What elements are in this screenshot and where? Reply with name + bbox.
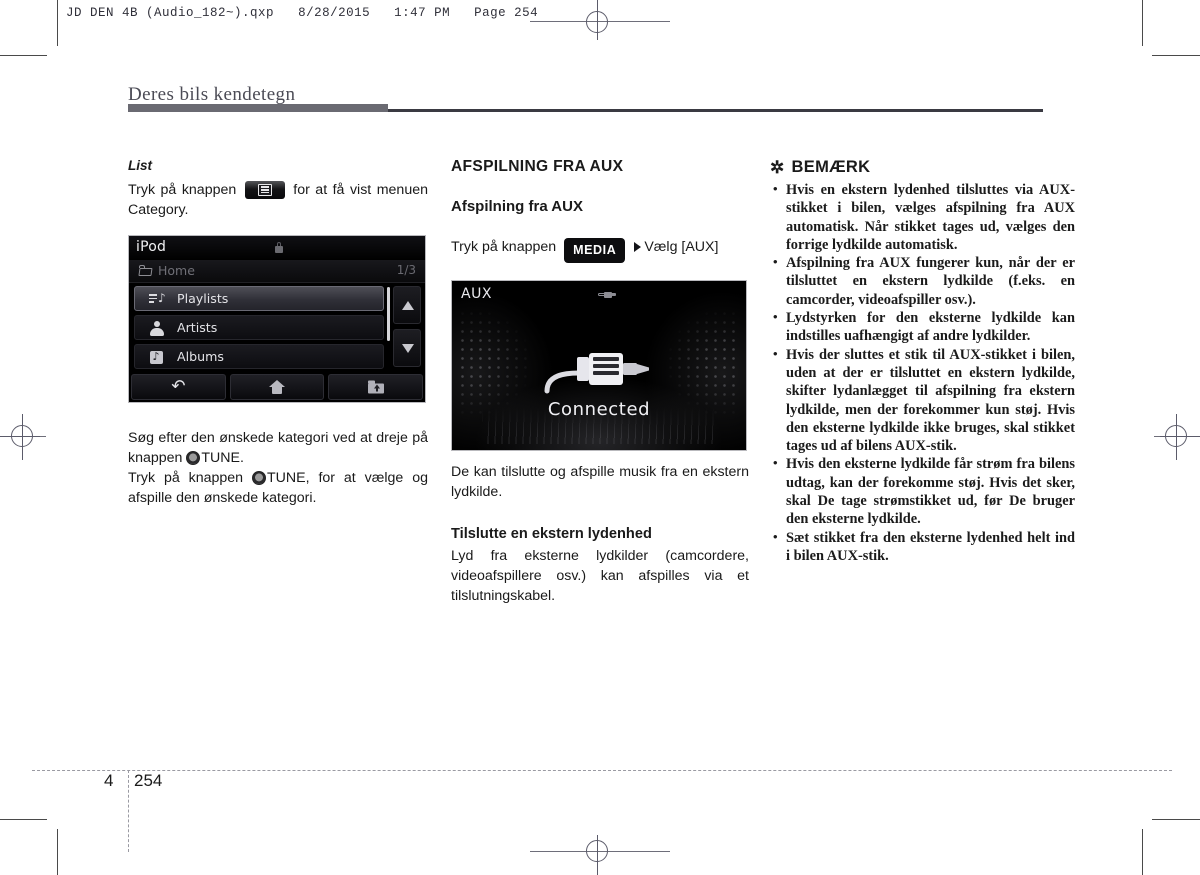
back-icon[interactable]: ↶ xyxy=(131,374,226,400)
crop-mark-bottom-right-horizontal xyxy=(1152,819,1200,820)
middle-paragraph-after-image: De kan tilslutte og afspille musik fra e… xyxy=(451,464,749,500)
tune-knob-icon[interactable] xyxy=(251,471,266,485)
crop-mark-top-left-vertical xyxy=(57,0,58,46)
crop-mark-bottom-left-vertical xyxy=(57,829,58,875)
left-column-lower: Søg efter den ønskede kategori ved at dr… xyxy=(128,428,428,508)
aux-plug-icon xyxy=(539,341,659,395)
footer-chapter-number: 4 xyxy=(104,771,114,790)
aux-status-text: Connected xyxy=(547,399,651,420)
ipod-screen-image: iPod Home 1/3 ♪ Playlists Artists ♪ Albu… xyxy=(128,235,426,403)
ipod-list-item-artists[interactable]: Artists xyxy=(134,315,384,340)
aux-plug-small-icon xyxy=(598,291,616,298)
footer-page-number: 254 xyxy=(134,771,163,790)
aux-screen-image: AUX Connected xyxy=(451,280,747,451)
ipod-title-bar: iPod xyxy=(129,236,425,260)
title-rule-thin xyxy=(388,109,1043,112)
ipod-scroll-arrows xyxy=(393,286,421,372)
middle-step-paragraph: Tryk på knappen MEDIA Vælg [AUX] xyxy=(451,237,749,263)
registration-mark-left xyxy=(0,414,46,460)
left-tune-text-2a: Tryk på knappen xyxy=(128,470,244,486)
ipod-scrollbar[interactable] xyxy=(387,287,390,341)
note-panel: ✲ BEMÆRK Hvis en ekstern lydenhed tilslu… xyxy=(770,158,1075,565)
crop-mark-bottom-left-horizontal xyxy=(0,819,47,820)
crop-mark-top-right-horizontal xyxy=(1152,55,1200,56)
lock-icon xyxy=(275,242,283,253)
left-subheading: List xyxy=(128,158,153,173)
note-bullet: Hvis den eksterne lydkilde får strøm fra… xyxy=(770,454,1075,528)
ipod-list-item-label: Artists xyxy=(177,320,218,335)
left-tune-text-1a: Søg efter den ønskede kategori ved at dr… xyxy=(128,430,428,466)
folder-icon xyxy=(138,265,153,275)
ipod-list: ♪ Playlists Artists ♪ Albums xyxy=(134,286,384,373)
print-file-header: JD DEN 4B (Audio_182~).qxp 8/28/2015 1:4… xyxy=(66,6,554,20)
print-time: 1:47 PM xyxy=(394,6,451,20)
middle-paragraph-2: Lyd fra eksterne lydkilder (camcordere, … xyxy=(451,548,749,604)
middle-column-lower: De kan tilslutte og afspille musik fra e… xyxy=(451,462,749,606)
middle-subheading-2: Tilslutte en ekstern lydenhed xyxy=(451,526,652,542)
middle-step-prefix: Tryk på knappen xyxy=(451,239,557,255)
left-instruction-text-before: Tryk på knappen xyxy=(128,182,237,198)
left-column: List Tryk på knappen for at få vist menu… xyxy=(128,158,428,220)
left-tune-text-1b: TUNE. xyxy=(201,450,244,466)
ipod-list-item-label: Albums xyxy=(177,349,224,364)
note-panel-title-text: BEMÆRK xyxy=(791,158,871,176)
note-bullet: Afspilning fra AUX fungerer kun, når der… xyxy=(770,253,1075,309)
middle-heading: AFSPILNING FRA AUX xyxy=(451,158,624,175)
note-bullet: Hvis der sluttes et stik til AUX-stikket… xyxy=(770,345,1075,456)
registration-mark-bottom xyxy=(575,829,621,875)
note-bullet-list: Hvis en ekstern lydenhed tilsluttes via … xyxy=(770,180,1075,566)
print-filename: JD DEN 4B (Audio_182~).qxp xyxy=(66,6,275,20)
list-menu-icon[interactable] xyxy=(244,181,285,199)
arrow-up-icon[interactable] xyxy=(393,286,421,324)
registration-mark-top xyxy=(575,0,621,46)
album-icon: ♪ xyxy=(149,350,165,365)
ipod-list-area: ♪ Playlists Artists ♪ Albums xyxy=(129,283,425,371)
left-tune-paragraph-2: Tryk på knappen TUNE, for at vælge og af… xyxy=(128,468,428,508)
ipod-breadcrumb[interactable]: Home 1/3 xyxy=(129,260,425,283)
media-button[interactable]: MEDIA xyxy=(564,238,626,263)
playlist-icon: ♪ xyxy=(149,292,166,307)
ipod-page-indicator: 1/3 xyxy=(396,263,416,277)
ipod-list-item-playlists[interactable]: ♪ Playlists xyxy=(134,286,384,311)
note-panel-title: ✲ BEMÆRK xyxy=(770,158,1075,177)
ipod-breadcrumb-label: Home xyxy=(158,263,195,278)
left-tune-paragraph-1: Søg efter den ønskede kategori ved at dr… xyxy=(128,428,428,468)
tune-knob-icon[interactable] xyxy=(186,451,201,465)
print-date: 8/28/2015 xyxy=(298,6,371,20)
middle-subheading: Afspilning fra AUX xyxy=(451,198,583,215)
crop-mark-bottom-right-vertical xyxy=(1142,829,1143,875)
middle-step-suffix: Vælg [AUX] xyxy=(644,239,719,255)
print-page-label: Page 254 xyxy=(474,6,539,20)
arrow-down-icon[interactable] xyxy=(393,329,421,367)
arrow-right-icon xyxy=(634,242,642,252)
title-rule-dark xyxy=(128,104,388,112)
footer-vertical-divider xyxy=(128,770,129,852)
ipod-bottom-bar: ↶ xyxy=(129,372,425,402)
asterisk-icon: ✲ xyxy=(770,158,785,177)
home-icon[interactable] xyxy=(229,374,325,400)
person-icon xyxy=(149,321,165,336)
registration-mark-right xyxy=(1154,414,1200,460)
note-bullet: Hvis en ekstern lydenhed tilsluttes via … xyxy=(770,180,1075,254)
note-bullet: Lydstyrken for den eksterne lydkilde kan… xyxy=(770,308,1075,346)
ipod-list-item-albums[interactable]: ♪ Albums xyxy=(134,344,384,369)
left-instruction-paragraph: Tryk på knappen for at få vist menuen Ca… xyxy=(128,180,428,220)
ipod-list-item-label: Playlists xyxy=(177,291,229,306)
crop-mark-top-right-vertical xyxy=(1142,0,1143,46)
crop-mark-top-left-horizontal xyxy=(0,55,47,56)
aux-title: AUX xyxy=(461,286,492,302)
ipod-title: iPod xyxy=(136,239,167,255)
page-title: Deres bils kendetegn xyxy=(128,84,296,105)
note-bullet: Sæt stikket fra den eksterne lydenhed he… xyxy=(770,528,1075,566)
folder-up-icon[interactable] xyxy=(328,374,424,400)
middle-column: AFSPILNING FRA AUX Afspilning fra AUX Tr… xyxy=(451,158,749,263)
footer-divider xyxy=(32,770,1172,771)
